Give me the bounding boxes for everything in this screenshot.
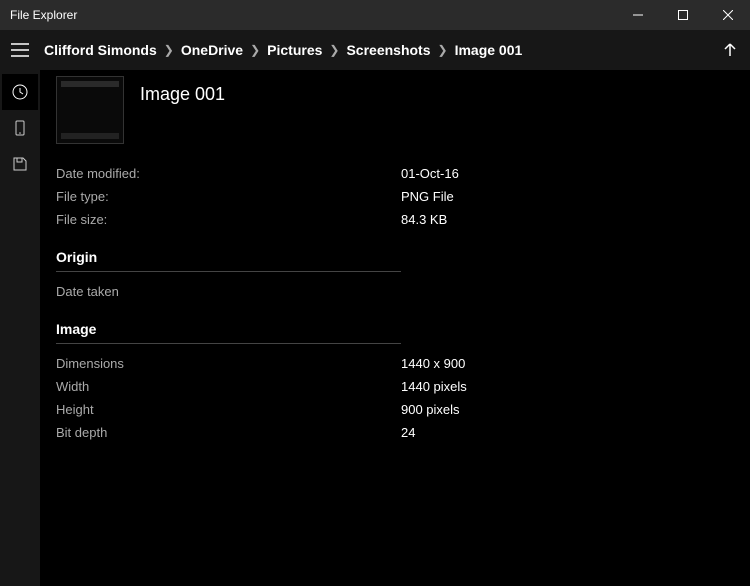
detail-value: 1440 pixels xyxy=(401,379,467,394)
sidebar-save[interactable] xyxy=(2,146,38,182)
detail-label: Dimensions xyxy=(56,356,401,371)
breadcrumb-item[interactable]: Pictures xyxy=(267,42,322,58)
file-name: Image 001 xyxy=(140,76,225,105)
breadcrumb-item[interactable]: OneDrive xyxy=(181,42,243,58)
sidebar xyxy=(0,70,40,586)
chevron-right-icon: ❯ xyxy=(250,43,260,57)
save-icon xyxy=(12,156,28,172)
detail-value: 24 xyxy=(401,425,415,440)
titlebar: File Explorer xyxy=(0,0,750,30)
breadcrumb-item[interactable]: Image 001 xyxy=(455,42,523,58)
detail-label: File type: xyxy=(56,189,401,204)
detail-row: Date taken xyxy=(56,280,734,303)
breadcrumb-item[interactable]: Screenshots xyxy=(346,42,430,58)
chevron-right-icon: ❯ xyxy=(164,43,174,57)
detail-row: File type: PNG File xyxy=(56,185,734,208)
content: Image 001 Date modified: 01-Oct-16 File … xyxy=(40,70,750,586)
detail-label: Width xyxy=(56,379,401,394)
origin-section: Origin Date taken xyxy=(56,249,734,303)
detail-row: File size: 84.3 KB xyxy=(56,208,734,231)
detail-row: Width 1440 pixels xyxy=(56,375,734,398)
window-controls xyxy=(615,0,750,30)
detail-label: Bit depth xyxy=(56,425,401,440)
detail-value: 900 pixels xyxy=(401,402,460,417)
window-title: File Explorer xyxy=(10,8,615,22)
device-icon xyxy=(12,120,28,136)
section-heading: Origin xyxy=(56,249,401,272)
detail-value: 1440 x 900 xyxy=(401,356,465,371)
detail-value: 01-Oct-16 xyxy=(401,166,459,181)
menu-button[interactable] xyxy=(0,30,40,70)
detail-value: PNG File xyxy=(401,189,454,204)
navbar: Clifford Simonds ❯ OneDrive ❯ Pictures ❯… xyxy=(0,30,750,70)
maximize-button[interactable] xyxy=(660,0,705,30)
detail-row: Height 900 pixels xyxy=(56,398,734,421)
detail-value: 84.3 KB xyxy=(401,212,447,227)
image-section: Image Dimensions 1440 x 900 Width 1440 p… xyxy=(56,321,734,444)
detail-row: Date modified: 01-Oct-16 xyxy=(56,162,734,185)
file-thumbnail[interactable] xyxy=(56,76,124,144)
detail-label: File size: xyxy=(56,212,401,227)
section-heading: Image xyxy=(56,321,401,344)
detail-row: Bit depth 24 xyxy=(56,421,734,444)
file-header: Image 001 xyxy=(56,76,734,144)
detail-label: Date taken xyxy=(56,284,401,299)
minimize-button[interactable] xyxy=(615,0,660,30)
chevron-right-icon: ❯ xyxy=(329,43,339,57)
main-area: Image 001 Date modified: 01-Oct-16 File … xyxy=(0,70,750,586)
up-button[interactable] xyxy=(710,30,750,70)
sidebar-device[interactable] xyxy=(2,110,38,146)
close-button[interactable] xyxy=(705,0,750,30)
sidebar-recent[interactable] xyxy=(2,74,38,110)
clock-icon xyxy=(12,84,28,100)
detail-label: Height xyxy=(56,402,401,417)
breadcrumb-item[interactable]: Clifford Simonds xyxy=(44,42,157,58)
detail-row: Dimensions 1440 x 900 xyxy=(56,352,734,375)
breadcrumb: Clifford Simonds ❯ OneDrive ❯ Pictures ❯… xyxy=(40,42,710,58)
chevron-right-icon: ❯ xyxy=(438,43,448,57)
detail-label: Date modified: xyxy=(56,166,401,181)
